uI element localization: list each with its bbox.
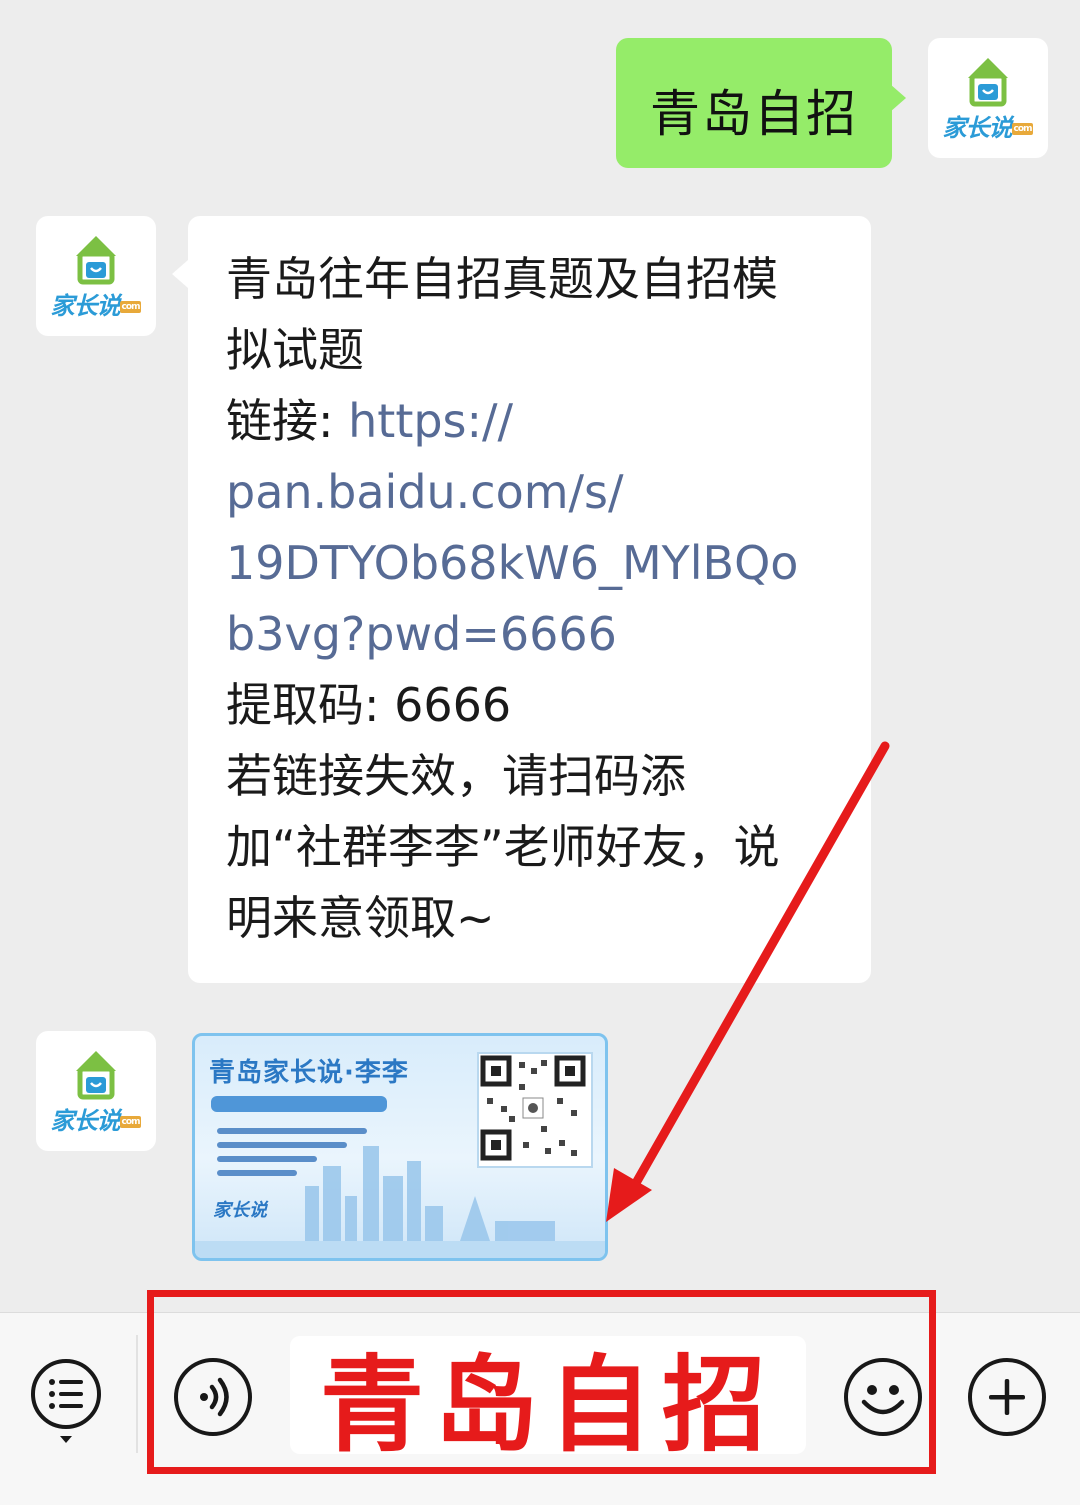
- menu-icon[interactable]: [30, 1358, 108, 1443]
- chat-area[interactable]: 青岛自招 家长说 com 家长说 com 青岛往年自招真题及自招模 拟试题 链接: …: [0, 0, 1080, 1312]
- highlight-box: [147, 1290, 936, 1474]
- toolbar-divider: [136, 1335, 138, 1453]
- annotation-arrow: [606, 741, 890, 1222]
- plus-icon[interactable]: [968, 1358, 1046, 1436]
